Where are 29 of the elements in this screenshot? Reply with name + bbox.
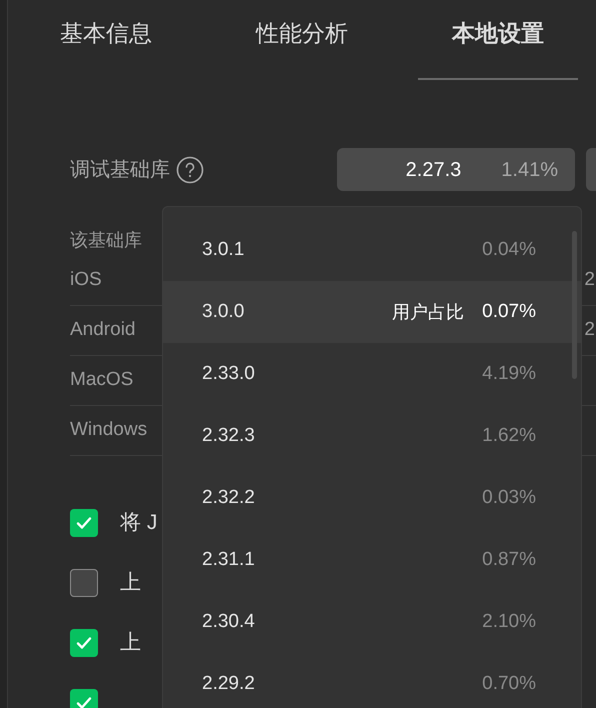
dropdown-option[interactable]: 2.30.4 2.10% xyxy=(163,591,581,653)
share-value: 1.41% xyxy=(501,158,558,182)
platform-name: Windows xyxy=(70,418,148,442)
checkbox[interactable] xyxy=(70,508,98,536)
checkbox-label: 上 xyxy=(120,630,141,656)
platform-name: Android xyxy=(70,318,136,342)
tab[interactable]: 本地设置 xyxy=(418,0,578,80)
tab[interactable]: 性能分析 xyxy=(222,0,382,80)
platform-name: MacOS xyxy=(70,368,134,392)
setting-label: 调试基础库 xyxy=(70,158,170,182)
checkbox[interactable] xyxy=(70,628,98,656)
dropdown-option[interactable]: 2.32.2 0.03% xyxy=(163,467,581,529)
dropdown-option[interactable]: 3.0.0 用户占比 0.07% xyxy=(163,281,581,343)
checkbox-label: 上 xyxy=(120,570,141,596)
dropdown-option[interactable]: 2.29.2 0.70% xyxy=(163,653,581,708)
dropdown-option[interactable]: 3.0.1 0.04% xyxy=(163,219,581,281)
checkbox[interactable] xyxy=(70,568,98,596)
dropdown-option[interactable]: 2.31.1 0.87% xyxy=(163,529,581,591)
tab[interactable]: 基本信息 xyxy=(26,0,186,80)
version-select[interactable]: 2.27.3 1.41% xyxy=(337,148,575,191)
dropdown-option[interactable]: 2.32.3 1.62% xyxy=(163,405,581,467)
info-heading: 该基础库 xyxy=(70,229,142,252)
version-value: 2.27.3 xyxy=(406,158,462,182)
checkbox-label: 将 J xyxy=(120,510,158,536)
platform-name: iOS xyxy=(70,268,102,292)
help-icon[interactable] xyxy=(176,156,204,184)
table-cell-text: 2 xyxy=(584,268,595,292)
table-cell-text: 2 xyxy=(584,318,595,342)
dropdown-option[interactable]: 2.33.0 4.19% xyxy=(163,343,581,405)
